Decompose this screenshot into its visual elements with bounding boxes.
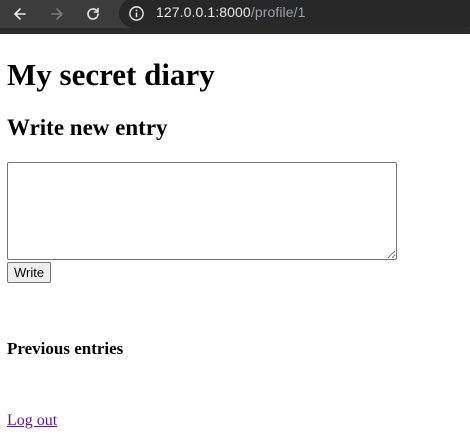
forward-button[interactable] (45, 2, 69, 26)
url-host: 127.0.0.1:8000 (156, 4, 251, 20)
url-text: 127.0.0.1:8000/profile/1 (156, 4, 306, 20)
write-button[interactable]: Write (7, 262, 52, 283)
logout-link[interactable]: Log out (7, 411, 57, 430)
entry-textarea[interactable] (7, 162, 397, 260)
page-title: My secret diary (7, 57, 215, 92)
back-arrow-icon (14, 8, 26, 20)
url-path: /profile/1 (250, 4, 306, 20)
browser-toolbar: 127.0.0.1:8000/profile/1 (0, 0, 470, 34)
toolbar-divider (0, 28, 470, 34)
forward-arrow-icon (51, 8, 63, 20)
address-bar[interactable]: 127.0.0.1:8000/profile/1 (119, 0, 470, 28)
previous-entries-heading: Previous entries (7, 339, 124, 358)
new-entry-heading: Write new entry (7, 115, 168, 140)
info-icon (128, 5, 144, 21)
back-button[interactable] (8, 2, 32, 26)
site-info-button[interactable] (127, 4, 145, 22)
reload-button[interactable] (81, 2, 105, 26)
reload-icon (87, 7, 99, 20)
